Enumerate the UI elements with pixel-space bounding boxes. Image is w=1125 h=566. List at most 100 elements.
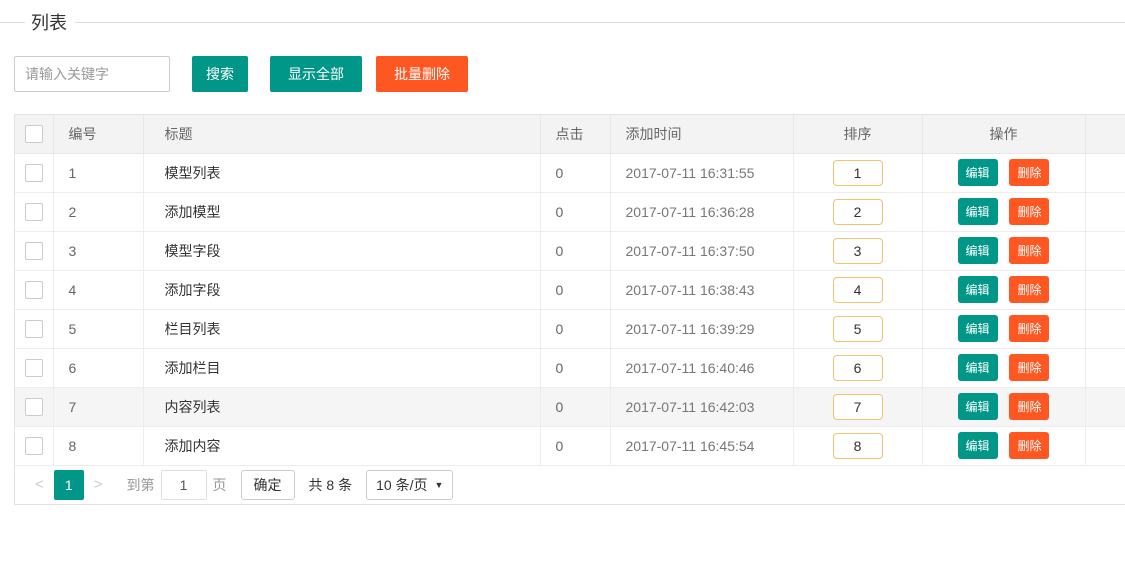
cell-id: 8 [53,426,143,465]
delete-button[interactable]: 删除 [1009,315,1049,342]
keyword-input[interactable] [14,56,170,92]
edit-button[interactable]: 编辑 [958,237,998,264]
delete-button[interactable]: 删除 [1009,354,1049,381]
cell-added-time: 2017-07-11 16:42:03 [610,387,793,426]
row-checkbox[interactable] [25,320,43,338]
delete-button[interactable]: 删除 [1009,393,1049,420]
row-checkbox[interactable] [25,437,43,455]
batch-delete-button[interactable]: 批量删除 [376,56,468,92]
row-checkbox-cell [15,153,53,192]
delete-button[interactable]: 删除 [1009,198,1049,225]
cell-clicks: 0 [540,387,610,426]
delete-button[interactable]: 删除 [1009,159,1049,186]
cell-id: 3 [53,231,143,270]
cell-actions: 编辑 删除 [922,270,1085,309]
sort-input[interactable] [833,199,883,225]
row-checkbox-cell [15,426,53,465]
cell-extra [1085,153,1125,192]
table-row: 1 模型列表 0 2017-07-11 16:31:55 编辑 删除 [15,153,1125,192]
edit-button[interactable]: 编辑 [958,198,998,225]
goto-page-input[interactable] [161,470,207,500]
table-row: 6 添加栏目 0 2017-07-11 16:40:46 编辑 删除 [15,348,1125,387]
cell-title: 添加字段 [143,270,540,309]
delete-button[interactable]: 删除 [1009,276,1049,303]
sort-input[interactable] [833,316,883,342]
cell-title: 添加内容 [143,426,540,465]
cell-added-time: 2017-07-11 16:37:50 [610,231,793,270]
edit-button[interactable]: 编辑 [958,315,998,342]
table-row: 5 栏目列表 0 2017-07-11 16:39:29 编辑 删除 [15,309,1125,348]
current-page-button[interactable]: 1 [54,470,84,500]
cell-clicks: 0 [540,426,610,465]
cell-title: 添加栏目 [143,348,540,387]
cell-added-time: 2017-07-11 16:39:29 [610,309,793,348]
table-row: 3 模型字段 0 2017-07-11 16:37:50 编辑 删除 [15,231,1125,270]
cell-title: 栏目列表 [143,309,540,348]
row-checkbox[interactable] [25,242,43,260]
cell-sort [793,309,922,348]
row-checkbox[interactable] [25,164,43,182]
cell-clicks: 0 [540,309,610,348]
cell-actions: 编辑 删除 [922,387,1085,426]
sort-input[interactable] [833,160,883,186]
table-header-row: 编号 标题 点击 添加时间 排序 操作 [15,115,1125,153]
cell-id: 5 [53,309,143,348]
confirm-button[interactable]: 确定 [241,470,295,500]
cell-title: 模型列表 [143,153,540,192]
cell-extra [1085,270,1125,309]
sort-input[interactable] [833,355,883,381]
delete-button[interactable]: 删除 [1009,432,1049,459]
cell-id: 1 [53,153,143,192]
cell-actions: 编辑 删除 [922,192,1085,231]
sort-input[interactable] [833,277,883,303]
edit-button[interactable]: 编辑 [958,354,998,381]
cell-clicks: 0 [540,270,610,309]
cell-extra [1085,348,1125,387]
edit-button[interactable]: 编辑 [958,393,998,420]
edit-button[interactable]: 编辑 [958,432,998,459]
cell-sort [793,426,922,465]
cell-title: 添加模型 [143,192,540,231]
sort-input[interactable] [833,238,883,264]
divider-line-right [75,22,1125,23]
header-actions: 操作 [922,115,1085,153]
cell-extra [1085,426,1125,465]
cell-actions: 编辑 删除 [922,348,1085,387]
search-button[interactable]: 搜索 [192,56,248,92]
sort-input[interactable] [833,394,883,420]
edit-button[interactable]: 编辑 [958,159,998,186]
row-checkbox[interactable] [25,359,43,377]
pagination-bar: < 1 > 到第 页 确定 共 8 条 10 条/页 ▼ [15,466,1125,504]
row-checkbox-cell [15,270,53,309]
show-all-button[interactable]: 显示全部 [270,56,362,92]
sort-input[interactable] [833,433,883,459]
total-count-label: 共 8 条 [309,475,353,495]
delete-button[interactable]: 删除 [1009,237,1049,264]
row-checkbox[interactable] [25,398,43,416]
cell-clicks: 0 [540,231,610,270]
select-all-checkbox[interactable] [25,125,43,143]
row-checkbox[interactable] [25,203,43,221]
cell-id: 7 [53,387,143,426]
cell-sort [793,192,922,231]
divider-line-left [0,22,25,23]
data-table: 编号 标题 点击 添加时间 排序 操作 1 模型列表 0 2017-07-11 … [15,115,1125,466]
prev-page-icon[interactable]: < [25,476,54,493]
table-row: 7 内容列表 0 2017-07-11 16:42:03 编辑 删除 [15,387,1125,426]
cell-title: 内容列表 [143,387,540,426]
cell-id: 2 [53,192,143,231]
cell-sort [793,387,922,426]
header-sort: 排序 [793,115,922,153]
page-size-select[interactable]: 10 条/页 ▼ [366,470,453,500]
cell-added-time: 2017-07-11 16:31:55 [610,153,793,192]
row-checkbox[interactable] [25,281,43,299]
edit-button[interactable]: 编辑 [958,276,998,303]
cell-actions: 编辑 删除 [922,309,1085,348]
cell-sort [793,348,922,387]
row-checkbox-cell [15,231,53,270]
cell-actions: 编辑 删除 [922,426,1085,465]
goto-prefix-label: 到第 [127,475,155,495]
table-row: 4 添加字段 0 2017-07-11 16:38:43 编辑 删除 [15,270,1125,309]
next-page-icon[interactable]: > [84,476,113,493]
toolbar: 搜索 显示全部 批量删除 [14,56,1125,92]
